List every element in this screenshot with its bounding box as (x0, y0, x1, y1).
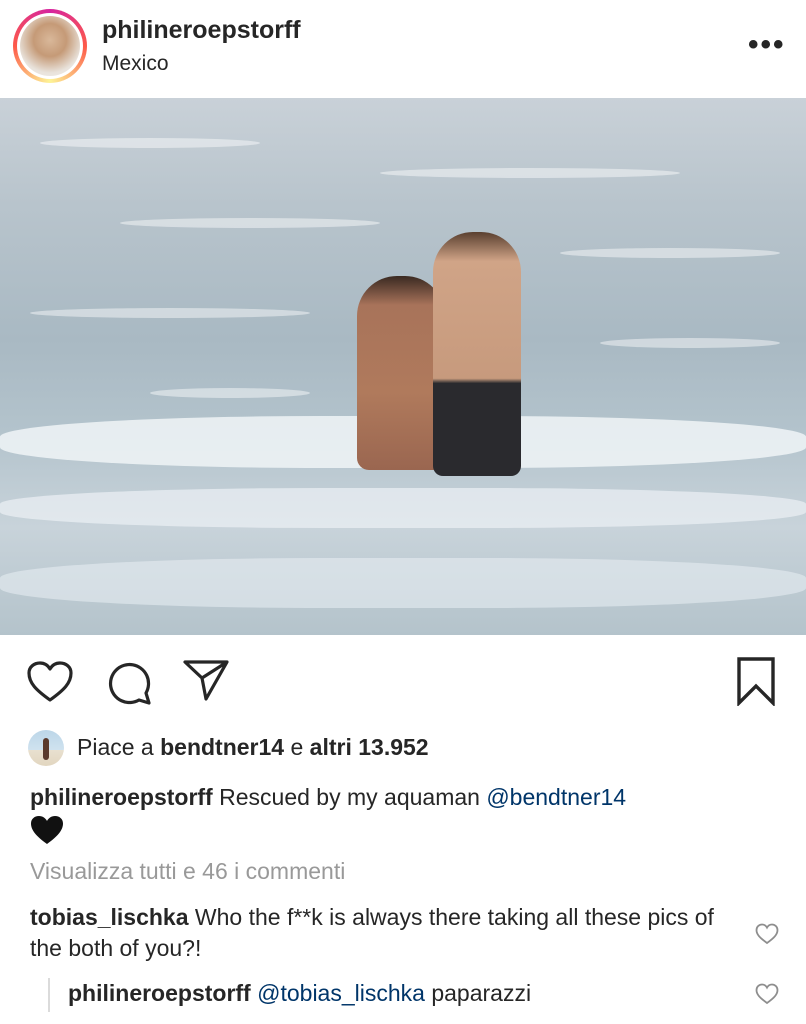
photo-person (357, 276, 445, 470)
likes-text: Piace a bendtner14 e altri 13.952 (77, 734, 429, 761)
wave-foam (0, 558, 806, 608)
avatar-image (20, 16, 80, 76)
likes-count[interactable]: altri 13.952 (310, 734, 429, 760)
post-photo[interactable] (0, 98, 806, 635)
small-heart-icon[interactable] (755, 923, 779, 950)
more-options-icon[interactable]: ••• (748, 30, 786, 60)
reply-mention[interactable]: @tobias_lischka (257, 980, 425, 1006)
black-heart-icon (30, 815, 64, 845)
post-username[interactable]: philineroepstorff (102, 16, 301, 45)
wave (30, 308, 310, 318)
wave (150, 388, 310, 398)
likes-prefix: Piace a (77, 734, 161, 760)
comment-reply: philineroepstorff @tobias_lischka papara… (68, 980, 531, 1007)
profile-avatar[interactable] (13, 9, 87, 83)
caption-username[interactable]: philineroepstorff (30, 784, 213, 810)
wave (560, 248, 780, 258)
reply-username[interactable]: philineroepstorff (68, 980, 251, 1006)
post-location[interactable]: Mexico (102, 52, 169, 76)
comment: tobias_lischka Who the f**k is always th… (30, 902, 730, 964)
liker-avatar (28, 730, 64, 766)
view-all-comments-link[interactable]: Visualizza tutti e 46 i commenti (30, 858, 345, 885)
photo-person (433, 232, 521, 476)
wave (40, 138, 260, 148)
caption-text: Rescued by my aquaman (212, 784, 487, 810)
paper-plane-icon[interactable] (182, 658, 230, 702)
bookmark-icon[interactable] (736, 656, 776, 706)
caption-mention[interactable]: @bendtner14 (486, 784, 626, 810)
avatar-frame (17, 13, 83, 79)
comment-icon[interactable] (106, 660, 152, 706)
action-bar (0, 640, 806, 720)
wave (600, 338, 780, 348)
wave (120, 218, 380, 228)
comment-username[interactable]: tobias_lischka (30, 904, 189, 930)
heart-icon[interactable] (26, 660, 74, 704)
reply-text: paparazzi (424, 980, 532, 1006)
reply-indent-bar (48, 978, 50, 1012)
post-caption: philineroepstorff Rescued by my aquaman … (30, 782, 770, 845)
likes-conjunction: e (284, 734, 310, 760)
wave-foam (0, 488, 806, 528)
small-heart-icon[interactable] (755, 983, 779, 1010)
post-header: philineroepstorff Mexico ••• (0, 0, 806, 98)
wave (380, 168, 680, 178)
liker-username[interactable]: bendtner14 (160, 734, 284, 760)
